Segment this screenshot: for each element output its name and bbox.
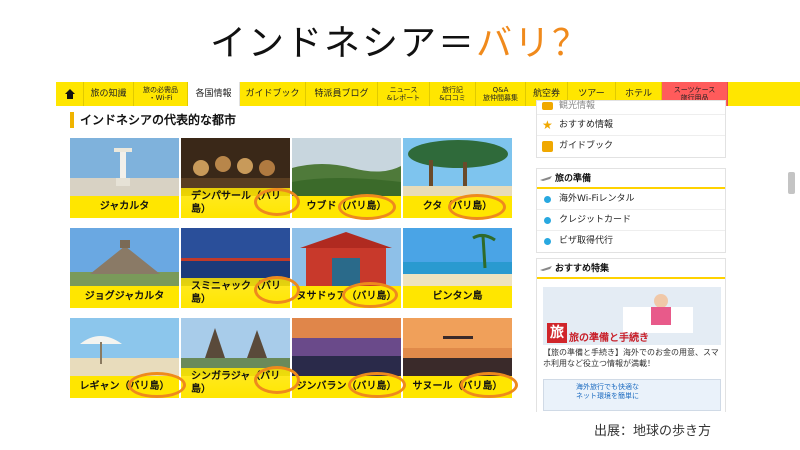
book-icon [542,102,553,110]
prep-panel: 旅の準備 海外Wi-Fiレンタル クレジットカード ビザ取得代行 [536,168,726,253]
city-tile-nusadua[interactable]: ヌサドゥア（バリ島） [292,228,401,308]
city-tile-bintan[interactable]: ビンタン島 [403,228,512,308]
nav-country-info[interactable]: 各国情報 [188,82,240,106]
star-icon: ★ [542,118,553,132]
city-name: デンパサール（バリ 島） [181,188,290,218]
info-panel: 観光情報 ★ おすすめ情報 ガイドブック [536,100,726,158]
nav-news[interactable]: ニュース &レポート [378,82,430,106]
nav-essentials[interactable]: 旅の必需品 ・Wi-Fi [134,82,188,106]
nav-travel-knowledge[interactable]: 旅の知識 [84,82,134,106]
city-tile-sanur[interactable]: サヌール（バリ島） [403,318,512,398]
city-name: ビンタン島 [403,286,512,308]
bintan-photo [403,228,512,286]
book-icon [542,141,553,152]
city-name: サヌール（バリ島） [403,376,512,398]
wifi-banner[interactable]: 海外旅行でも快適な ネット環境を簡単に [543,379,721,411]
jimbaran-photo [292,318,401,376]
featured-banner[interactable]: 旅 旅の準備と手続き [543,287,721,345]
sidebar-item-visa[interactable]: ビザ取得代行 [537,231,725,252]
city-tile-jimbaran[interactable]: ジンバラン（バリ島） [292,318,401,398]
sidebar: 観光情報 ★ おすすめ情報 ガイドブック 旅の準備 海外Wi-Fiレンタル クレジ… [536,100,726,412]
featured-panel: おすすめ特集 旅 旅の準備と手続き 【旅の準備と手続き】海外でのお金の用意、スマ… [536,258,726,412]
main-content: インドネシアの代表的な都市 ジャカルタ デンパサール（バリ 島） ウブド（バリ島… [56,106,522,412]
city-name: シンガラジャ（バリ 島） [181,368,290,398]
sidebar-item-wifi[interactable]: 海外Wi-Fiレンタル [537,189,725,210]
slide: インドネシア＝バリ？ 旅の知識 旅の必需品 ・Wi-Fi 各国情報 ガイドブック… [0,0,800,450]
prep-heading: 旅の準備 [537,169,725,189]
city-name: ヌサドゥア（バリ島） [292,286,401,308]
scrollbar-thumb[interactable] [788,172,795,194]
section-title: インドネシアの代表的な都市 [70,112,236,128]
home-icon [64,89,75,99]
source-credit: 出展：地球の歩き方 [594,424,712,439]
nav-guidebook[interactable]: ガイドブック [240,82,306,106]
nav-blog[interactable]: 特派員ブログ [306,82,378,106]
nav-travelogue[interactable]: 旅行記 &口コミ [430,82,476,106]
plane-icon [540,176,552,181]
kuta-photo [403,138,512,196]
city-tile-legian[interactable]: レギャン（バリ島） [70,318,179,398]
city-name: クタ（バリ島） [403,196,512,218]
featured-heading: おすすめ特集 [537,259,725,279]
sanur-photo [403,318,512,376]
bullet-icon [544,238,551,245]
banner-badge: 旅 [547,323,567,343]
city-tile-kuta[interactable]: クタ（バリ島） [403,138,512,218]
city-tile-jakarta[interactable]: ジャカルタ [70,138,179,218]
city-name: ジョグジャカルタ [70,286,179,308]
nusadua-photo [292,228,401,286]
title-main: インドネシア＝ [209,23,476,64]
sidebar-item-guidebook[interactable]: ガイドブック [537,136,725,157]
city-tile-denpasar[interactable]: デンパサール（バリ 島） [181,138,290,218]
yogyakarta-photo [70,228,179,286]
ubud-photo [292,138,401,196]
city-tile-seminyak[interactable]: スミニャック（バリ 島） [181,228,290,308]
city-name: スミニャック（バリ 島） [181,278,290,308]
banner-title: 旅の準備と手続き [569,333,649,344]
sidebar-item-credit-card[interactable]: クレジットカード [537,210,725,231]
bullet-icon [544,217,551,224]
city-tile-singaraja[interactable]: シンガラジャ（バリ 島） [181,318,290,398]
city-tile-ubud[interactable]: ウブド（バリ島） [292,138,401,218]
website-screenshot: 旅の知識 旅の必需品 ・Wi-Fi 各国情報 ガイドブック 特派員ブログ ニュー… [56,82,800,412]
slide-title: インドネシア＝バリ？ [0,14,800,66]
city-name: レギャン（バリ島） [70,376,179,398]
city-name: ウブド（バリ島） [292,196,401,218]
sidebar-item-sightseeing[interactable]: 観光情報 [537,101,725,115]
city-name: ジャカルタ [70,196,179,218]
bullet-icon [544,196,551,203]
legian-photo [70,318,179,376]
city-tile-yogyakarta[interactable]: ジョグジャカルタ [70,228,179,308]
title-accent: バリ？ [476,23,591,64]
jakarta-photo [70,138,179,196]
nav-home[interactable] [56,82,84,106]
nav-qa[interactable]: Q&A 旅仲間募集 [476,82,526,106]
featured-description: 【旅の準備と手続き】海外でのお金の用意、スマホ利用など役立つ情報が満載！ [543,348,719,368]
sidebar-item-recommend[interactable]: ★ おすすめ情報 [537,115,725,136]
plane-icon [540,266,552,271]
city-name: ジンバラン（バリ島） [292,376,401,398]
